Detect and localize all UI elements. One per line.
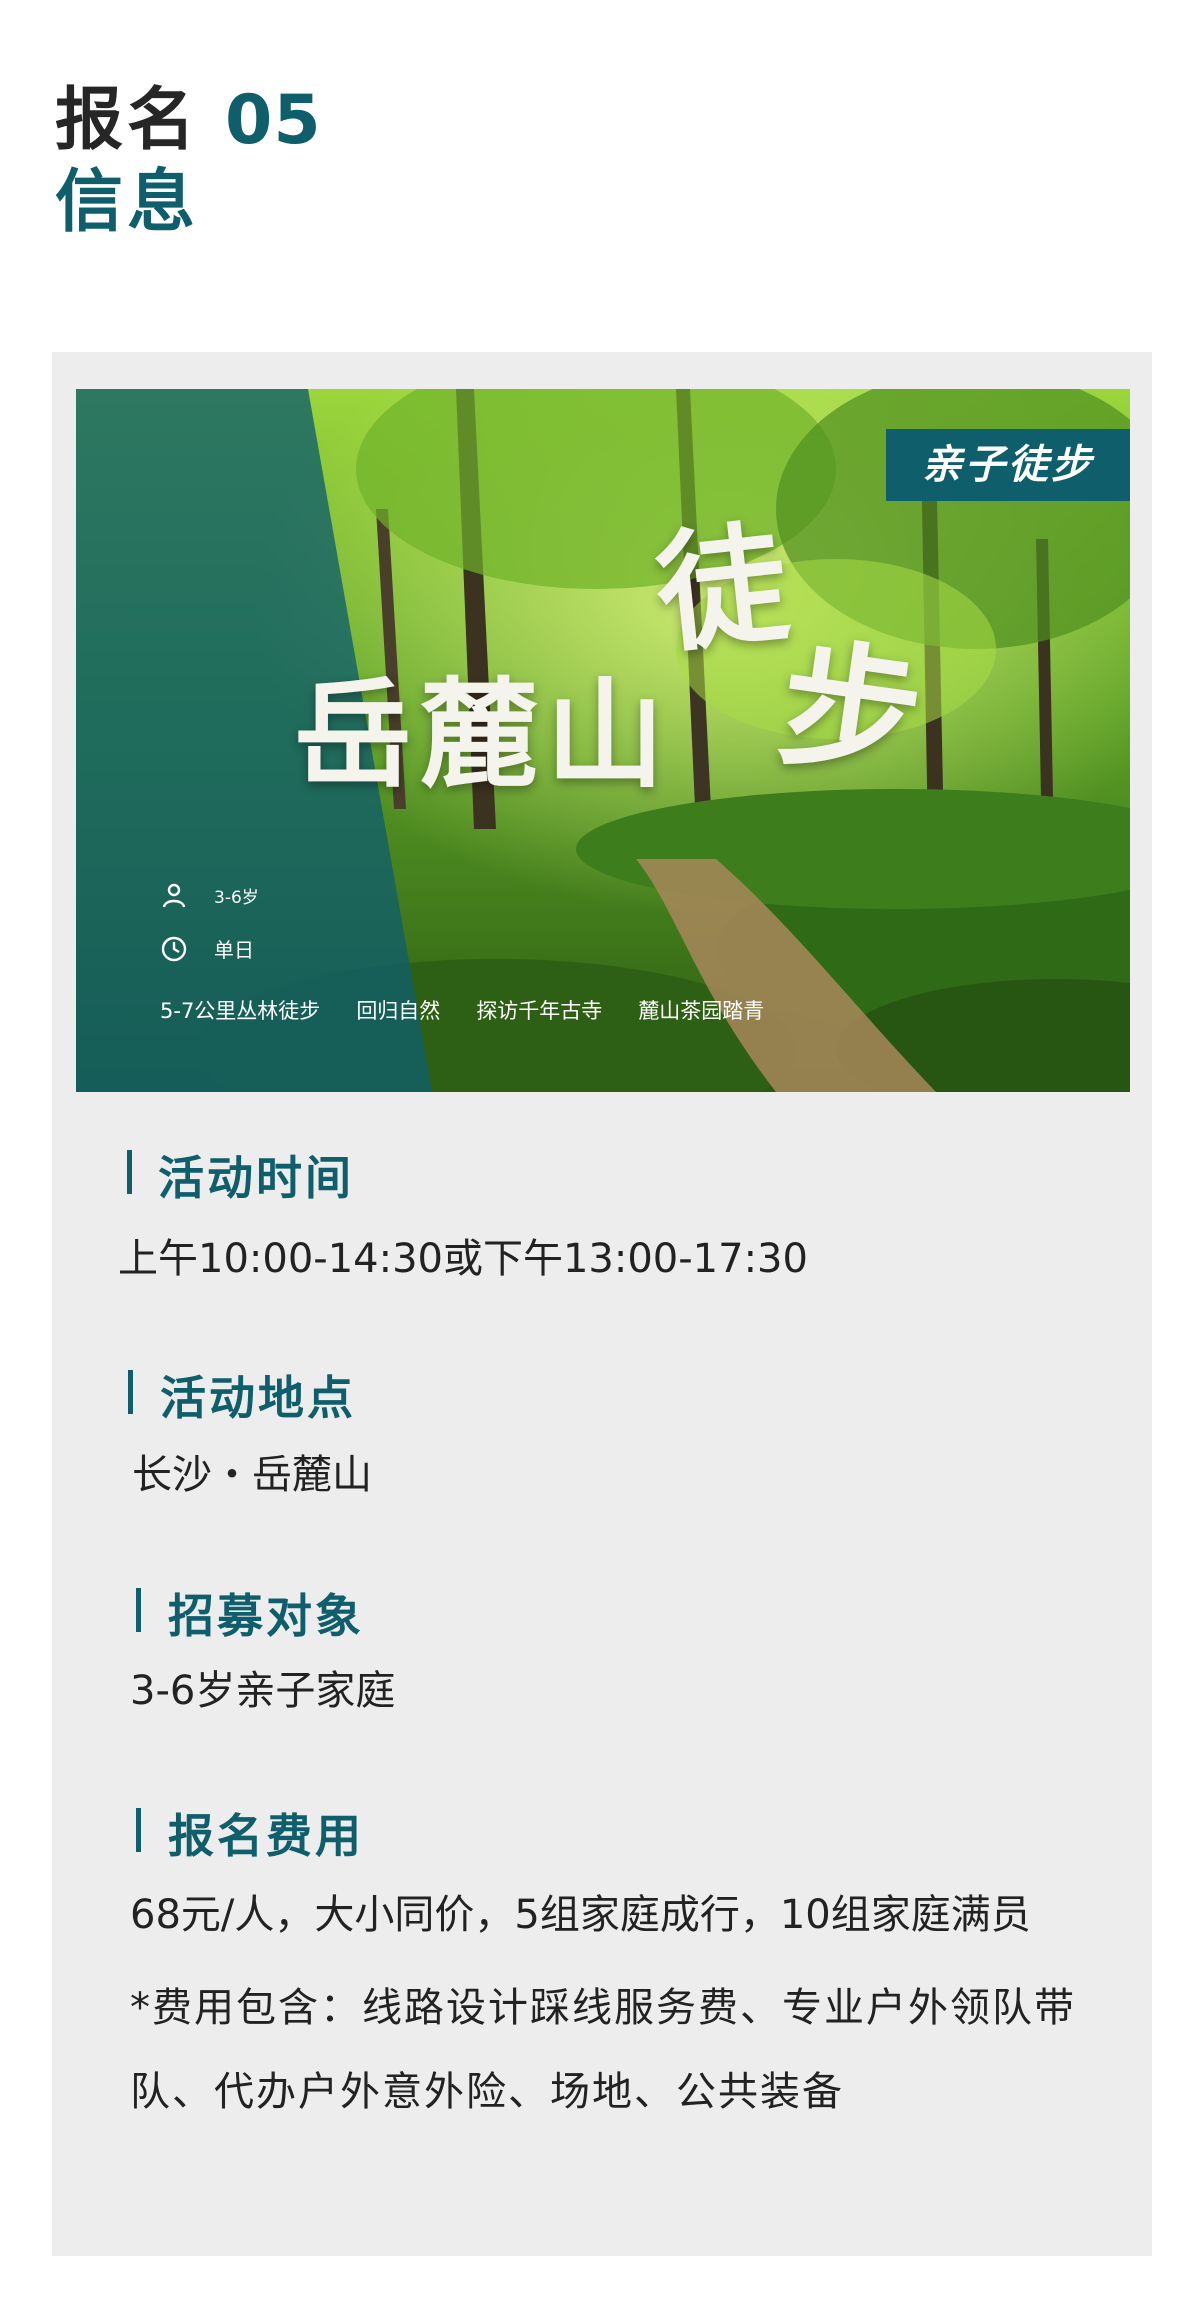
section-label: 招募对象 [168, 1589, 364, 1643]
hero-tags: 5-7公里丛林徒步 回归自然 探访千年古寺 麓山茶园踏青 [160, 995, 800, 1025]
person-icon [160, 881, 188, 909]
page-header: 报名 05 信息 [55, 80, 322, 244]
hero-duration-row: 单日 [160, 934, 254, 963]
section-marker [127, 1150, 132, 1194]
hero-badge: 亲子徒步 [886, 429, 1130, 501]
section-label: 活动地点 [160, 1371, 356, 1425]
hero-tag: 探访千年古寺 [476, 999, 603, 1023]
hero-tag: 5-7公里丛林徒步 [160, 999, 321, 1023]
section-value: 68元/人，大小同价，5组家庭成行，10组家庭满员 [130, 1892, 1031, 1938]
header-number: 05 [225, 81, 322, 160]
section-value: 长沙・岳麓山 [132, 1452, 372, 1498]
section-marker [128, 1370, 133, 1414]
info-card: 亲子徒步 徒 岳麓山 步 3-6岁 单日 5-7公里丛林徒步 回归自然 探访千年… [52, 352, 1152, 2256]
hero-tag: 麓山茶园踏青 [638, 999, 765, 1023]
hero-tag: 回归自然 [356, 999, 441, 1023]
hero-age: 3-6岁 [214, 887, 259, 908]
hero-title-main: 岳麓山 [294, 665, 673, 804]
header-title-part1: 报名 [55, 81, 200, 160]
header-line-1: 报名 05 [55, 80, 322, 162]
section-value: 3-6岁亲子家庭 [130, 1668, 396, 1714]
hero-title-char2: 步 [769, 620, 932, 803]
section-label: 报名费用 [168, 1809, 364, 1863]
clock-icon [160, 935, 188, 963]
header-title-part2: 信息 [55, 163, 200, 242]
fee-note: *费用包含：线路设计踩线服务费、专业户外领队带队、代办户外意外险、场地、公共装备 [130, 1985, 1076, 2115]
section-label: 活动时间 [158, 1151, 354, 1205]
hero-duration: 单日 [214, 938, 254, 962]
hero-age-row: 3-6岁 [160, 881, 259, 909]
section-marker [136, 1808, 141, 1852]
section-value: 上午10:00-14:30或下午13:00-17:30 [118, 1236, 808, 1282]
hero-banner: 亲子徒步 徒 岳麓山 步 3-6岁 单日 5-7公里丛林徒步 回归自然 探访千年… [76, 389, 1130, 1092]
section-marker [136, 1588, 141, 1632]
